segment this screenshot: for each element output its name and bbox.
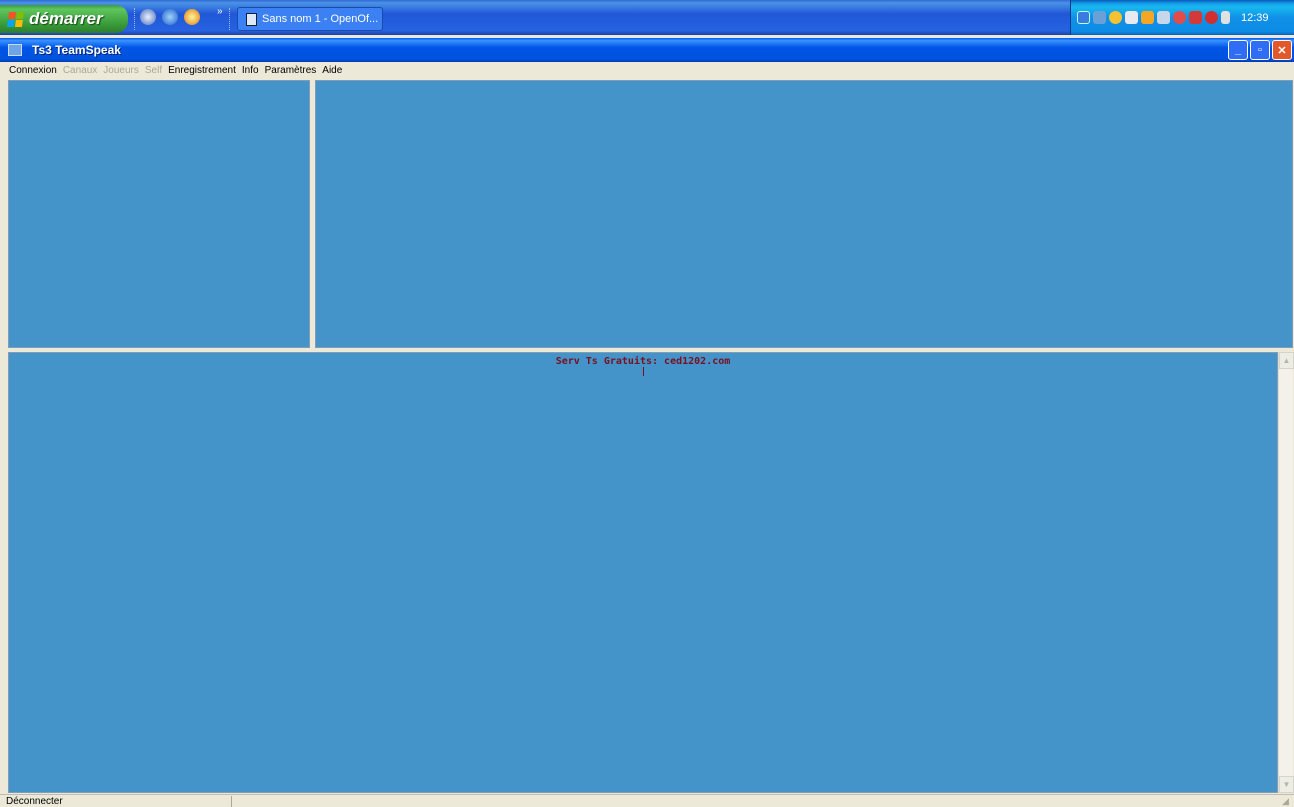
scroll-up-icon[interactable]: ▲ — [1279, 352, 1294, 369]
toolbar-grip[interactable] — [229, 8, 232, 30]
clock[interactable]: 12:39 — [1241, 12, 1269, 24]
menu-enregistrement[interactable]: Enregistrement — [168, 65, 236, 76]
scroll-down-icon[interactable]: ▼ — [1279, 776, 1294, 793]
start-button[interactable]: démarrer — [0, 5, 128, 33]
chat-banner: Serv Ts Gratuits: ced1202.com — [555, 356, 731, 367]
update-icon[interactable] — [1205, 11, 1218, 24]
system-tray: 12:39 — [1070, 0, 1294, 35]
taskbar: démarrer » Sans nom 1 - OpenOf... 12:39 — [0, 0, 1294, 35]
document-icon — [246, 12, 257, 26]
connection-status: Déconnecter — [6, 796, 232, 807]
sync-icon[interactable] — [1173, 11, 1186, 24]
windows-logo-icon — [6, 11, 25, 27]
bluetooth-icon[interactable] — [1125, 11, 1138, 24]
info-pane[interactable] — [315, 80, 1293, 348]
quick-launch — [140, 9, 200, 25]
menu-parametres[interactable]: Paramètres — [265, 65, 317, 76]
channel-tree-pane[interactable] — [8, 80, 310, 348]
text-cursor — [643, 367, 644, 376]
antivirus-icon[interactable] — [1157, 11, 1170, 24]
start-label: démarrer — [29, 9, 103, 28]
menu-connexion[interactable]: Connexion — [9, 65, 57, 76]
menu-bar: Connexion Canaux Joueurs Self Enregistre… — [0, 62, 1294, 79]
menu-joueurs: Joueurs — [103, 65, 139, 76]
remote-icon[interactable] — [1189, 11, 1202, 24]
task-button-label: Sans nom 1 - OpenOf... — [262, 13, 379, 25]
msn-icon[interactable] — [1109, 11, 1122, 24]
pen-icon[interactable] — [1221, 11, 1230, 24]
quick-launch-overflow-icon[interactable]: » — [217, 6, 223, 17]
chat-scrollbar[interactable]: ▲ ▼ — [1278, 352, 1294, 793]
shield-icon[interactable] — [1093, 11, 1106, 24]
menu-self: Self — [144, 65, 163, 76]
taskbar-window-button[interactable]: Sans nom 1 - OpenOf... — [237, 7, 383, 31]
window-titlebar[interactable]: Ts3 TeamSpeak _ ▫ ✕ — [0, 38, 1294, 62]
network-icon[interactable] — [1077, 11, 1090, 24]
show-desktop-icon[interactable] — [140, 9, 156, 25]
media-player-icon[interactable] — [184, 9, 200, 25]
menu-aide[interactable]: Aide — [322, 65, 342, 76]
chat-pane[interactable]: Serv Ts Gratuits: ced1202.com — [8, 352, 1278, 793]
toolbar-grip[interactable] — [134, 8, 137, 30]
close-button[interactable]: ✕ — [1272, 40, 1292, 60]
window-title: Ts3 TeamSpeak — [32, 43, 121, 57]
resize-grip-icon[interactable]: ◢ — [1282, 796, 1292, 806]
internet-explorer-icon[interactable] — [162, 9, 178, 25]
menu-canaux: Canaux — [62, 65, 98, 76]
restore-button[interactable]: ▫ — [1250, 40, 1270, 60]
menu-info[interactable]: Info — [242, 65, 259, 76]
window-controls: _ ▫ ✕ — [1228, 40, 1292, 60]
display-icon[interactable] — [1141, 11, 1154, 24]
minimize-button[interactable]: _ — [1228, 40, 1248, 60]
teamspeak-app-icon[interactable] — [8, 44, 22, 56]
status-bar: Déconnecter ◢ — [0, 794, 1294, 807]
